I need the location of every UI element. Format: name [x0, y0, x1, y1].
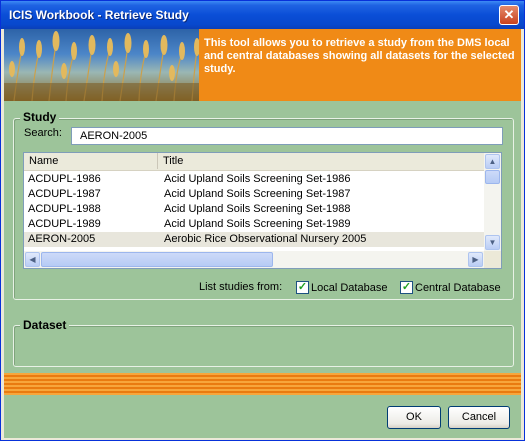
- decorative-stripes: [4, 373, 521, 395]
- cell-name: ACDUPL-1987: [28, 188, 101, 200]
- studies-list[interactable]: Name Title ACDUPL-1986 Acid Upland Soils…: [23, 152, 502, 269]
- cell-title: Acid Upland Soils Screening Set-1989: [164, 218, 351, 230]
- search-label: Search:: [24, 127, 62, 139]
- window-title: ICIS Workbook - Retrieve Study: [9, 8, 189, 22]
- local-database-checkbox[interactable]: ✓: [296, 281, 309, 294]
- retrieve-study-window: ICIS Workbook - Retrieve Study ✕ This to…: [0, 0, 525, 441]
- cell-title: Aerobic Rice Observational Nursery 2005: [164, 233, 367, 245]
- dataset-group-label: Dataset: [20, 318, 70, 332]
- list-header: Name Title: [24, 153, 484, 171]
- dialog-client: This tool allows you to retrieve a study…: [4, 29, 521, 438]
- horizontal-scrollbar[interactable]: ◀ ▶: [24, 251, 484, 268]
- cell-title: Acid Upland Soils Screening Set-1988: [164, 203, 351, 215]
- arrow-left-icon[interactable]: ◀: [25, 252, 40, 267]
- table-row[interactable]: ACDUPL-1989 Acid Upland Soils Screening …: [24, 217, 484, 232]
- cell-name: AERON-2005: [28, 233, 96, 245]
- cell-name: ACDUPL-1986: [28, 173, 101, 185]
- close-icon: ✕: [503, 7, 515, 22]
- search-input[interactable]: [71, 127, 503, 145]
- vertical-scroll-thumb[interactable]: [485, 170, 500, 184]
- arrow-right-icon[interactable]: ▶: [468, 252, 483, 267]
- cell-name: ACDUPL-1988: [28, 203, 101, 215]
- cell-title: Acid Upland Soils Screening Set-1986: [164, 173, 351, 185]
- cancel-button[interactable]: Cancel: [448, 406, 510, 429]
- arrow-down-icon[interactable]: ▼: [485, 235, 500, 250]
- central-database-label[interactable]: Central Database: [415, 282, 501, 294]
- table-row[interactable]: ACDUPL-1986 Acid Upland Soils Screening …: [24, 172, 484, 187]
- ok-button[interactable]: OK: [387, 406, 441, 429]
- list-from-label: List studies from:: [199, 281, 283, 293]
- banner: This tool allows you to retrieve a study…: [4, 29, 521, 101]
- check-icon: ✓: [401, 281, 412, 293]
- vertical-scrollbar[interactable]: ▲ ▼: [484, 153, 501, 251]
- title-bar[interactable]: ICIS Workbook - Retrieve Study ✕: [1, 1, 524, 29]
- cell-title: Acid Upland Soils Screening Set-1987: [164, 188, 351, 200]
- dataset-groupbox: [13, 325, 514, 367]
- scrollbar-corner: [484, 251, 501, 268]
- cell-name: ACDUPL-1989: [28, 218, 101, 230]
- column-header-name[interactable]: Name: [24, 153, 158, 169]
- table-row[interactable]: ACDUPL-1988 Acid Upland Soils Screening …: [24, 202, 484, 217]
- local-database-label[interactable]: Local Database: [311, 282, 387, 294]
- column-header-title[interactable]: Title: [158, 153, 484, 169]
- wheat-field-image: [4, 29, 199, 101]
- table-row-selected[interactable]: AERON-2005 Aerobic Rice Observational Nu…: [24, 232, 484, 247]
- horizontal-scroll-thumb[interactable]: [41, 252, 273, 267]
- check-icon: ✓: [297, 281, 308, 293]
- banner-description: This tool allows you to retrieve a study…: [204, 37, 515, 75]
- central-database-checkbox[interactable]: ✓: [400, 281, 413, 294]
- close-button[interactable]: ✕: [499, 5, 519, 25]
- arrow-up-icon[interactable]: ▲: [485, 154, 500, 169]
- study-group-label: Study: [20, 110, 60, 124]
- table-row[interactable]: ACDUPL-1987 Acid Upland Soils Screening …: [24, 187, 484, 202]
